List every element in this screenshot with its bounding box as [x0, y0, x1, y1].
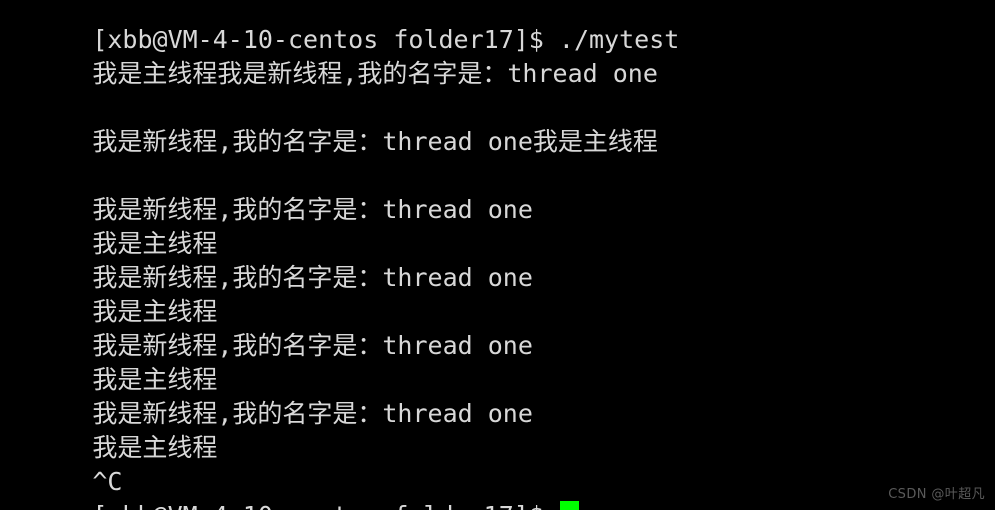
output-text: 我是新线程,我的名字是：thread one — [92, 331, 533, 360]
output-text: 我是新线程,我的名字是：thread one — [92, 399, 533, 428]
csdn-watermark: CSDN @叶超凡 — [888, 487, 985, 502]
output-text: 我是主线程 — [92, 365, 218, 394]
terminal-line-command: [xbb@VM-4-10-centos folder17]$ ./mytest — [0, 0, 995, 54]
output-text: 我是主线程 — [92, 229, 218, 258]
text-cursor — [559, 501, 579, 510]
output-text: 我是主线程我是新线程,我的名字是：thread one — [92, 59, 658, 88]
output-text: 我是新线程,我的名字是：thread one我是主线程 — [92, 127, 658, 156]
output-text: 我是新线程,我的名字是：thread one — [92, 263, 533, 292]
output-text: 我是主线程 — [92, 433, 218, 462]
terminal-window[interactable]: [xbb@VM-4-10-centos folder17]$ ./mytest … — [0, 0, 995, 510]
terminal-line-output-2: 我是新线程,我的名字是：thread one我是主线程 — [0, 91, 995, 156]
terminal-line-prompt[interactable]: [xbb@VM-4-10-centos folder17]$ — [0, 465, 995, 510]
command-line-text: [xbb@VM-4-10-centos folder17]$ ./mytest — [92, 25, 680, 54]
terminal-screen: [xbb@VM-4-10-centos folder17]$ ./mytest … — [0, 0, 995, 510]
output-text: 我是主线程 — [92, 297, 218, 326]
output-text: 我是新线程,我的名字是：thread one — [92, 195, 533, 224]
shell-prompt: [xbb@VM-4-10-centos folder17]$ — [92, 501, 559, 510]
terminal-line-output-3: 我是新线程,我的名字是：thread one — [0, 159, 995, 224]
